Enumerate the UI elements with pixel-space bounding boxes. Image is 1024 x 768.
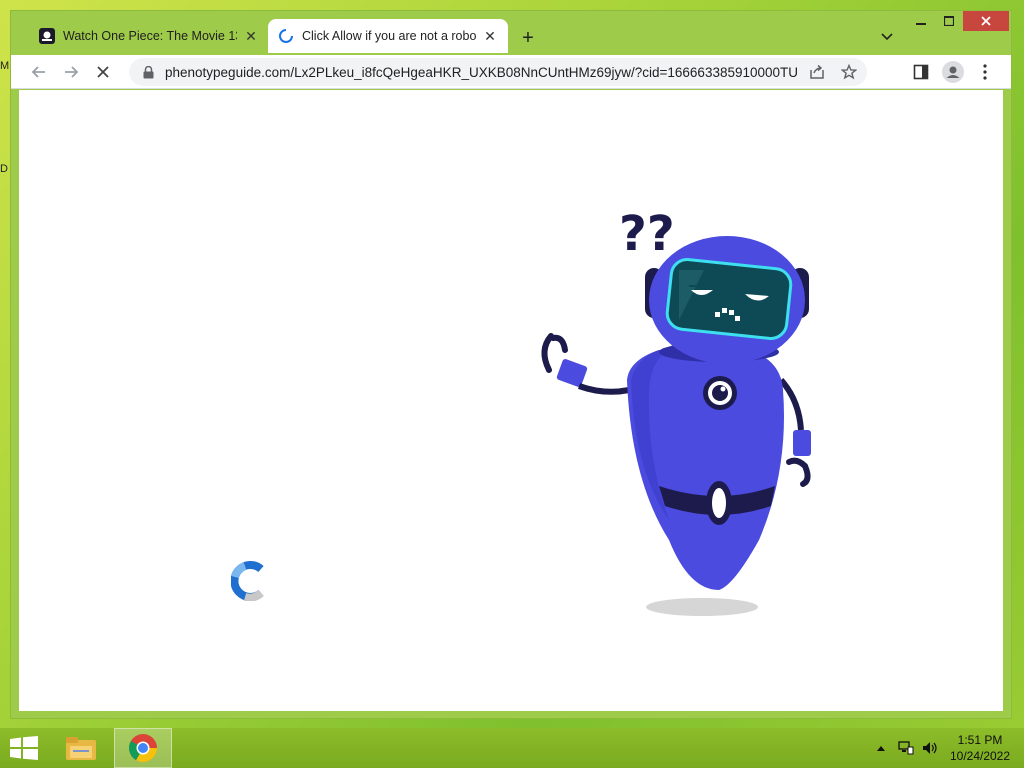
close-icon xyxy=(97,66,109,78)
speaker-icon xyxy=(923,742,937,754)
network-icon xyxy=(898,741,914,755)
volume-tray-icon[interactable] xyxy=(920,728,940,768)
file-explorer-button[interactable] xyxy=(58,728,104,768)
profile-icon xyxy=(942,61,964,83)
clock-time: 1:51 PM xyxy=(957,733,1003,747)
profile-button[interactable] xyxy=(941,60,965,84)
question-marks: ?? xyxy=(619,206,675,262)
tab-strip: Watch One Piece: The Movie 13 ✕ Click Al… xyxy=(11,11,1011,55)
star-icon[interactable] xyxy=(837,60,861,84)
tab-watch-one-piece[interactable]: Watch One Piece: The Movie 13 ✕ xyxy=(29,19,269,53)
desktop-icon-label-d: D xyxy=(0,163,8,175)
stop-button[interactable] xyxy=(91,60,115,84)
minimize-button[interactable] xyxy=(907,11,935,31)
start-button[interactable] xyxy=(4,728,44,768)
network-tray-icon[interactable] xyxy=(896,728,916,768)
maximize-button[interactable] xyxy=(935,11,963,31)
taskbar: 1:51 PM 10/24/2022 xyxy=(0,728,1024,768)
tab-close-icon[interactable]: ✕ xyxy=(482,28,498,44)
new-tab-button[interactable]: + xyxy=(516,26,540,50)
kebab-menu-icon xyxy=(983,64,987,80)
tab-close-icon[interactable]: ✕ xyxy=(243,28,259,44)
share-icon[interactable] xyxy=(805,60,829,84)
side-panel-button[interactable] xyxy=(909,60,933,84)
chrome-taskbar-button[interactable] xyxy=(114,728,172,768)
browser-window: Watch One Piece: The Movie 13 ✕ Click Al… xyxy=(10,10,1012,719)
arrow-right-icon xyxy=(65,66,79,78)
address-bar[interactable]: phenotypeguide.com/Lx2PLkeu_i8fcQeHgeaHK… xyxy=(129,58,867,86)
show-hidden-icons-button[interactable] xyxy=(874,728,888,768)
folder-icon xyxy=(66,737,96,760)
chrome-menu-button[interactable] xyxy=(973,60,997,84)
tab-search-chevron-icon[interactable] xyxy=(877,27,897,47)
browser-toolbar: phenotypeguide.com/Lx2PLkeu_i8fcQeHgeaHK… xyxy=(11,55,1011,89)
side-panel-icon xyxy=(913,64,929,80)
site-favicon-icon xyxy=(39,28,55,44)
back-button[interactable] xyxy=(27,60,51,84)
desktop-icon-label-m: M xyxy=(0,60,10,72)
clock-date: 10/24/2022 xyxy=(949,749,1011,763)
tab-click-allow[interactable]: Click Allow if you are not a robot ✕ xyxy=(268,19,508,53)
windows-logo-icon xyxy=(10,736,38,760)
system-clock[interactable]: 1:51 PM 10/24/2022 xyxy=(940,732,1020,764)
url-text[interactable]: phenotypeguide.com/Lx2PLkeu_i8fcQeHgeaHK… xyxy=(165,65,797,80)
forward-button[interactable] xyxy=(59,60,83,84)
loading-c-logo-icon xyxy=(231,561,264,601)
tab-title: Click Allow if you are not a robot xyxy=(302,29,476,43)
close-window-button[interactable] xyxy=(963,11,1009,31)
page-content: ?? xyxy=(19,90,1003,711)
chevron-up-icon xyxy=(877,746,885,751)
lock-icon[interactable] xyxy=(141,65,155,79)
confused-robot-illustration: ?? xyxy=(541,206,811,616)
arrow-left-icon xyxy=(31,66,45,78)
tab-title: Watch One Piece: The Movie 13 xyxy=(63,29,237,43)
loading-spinner-icon xyxy=(278,28,294,44)
chrome-icon xyxy=(129,734,157,762)
